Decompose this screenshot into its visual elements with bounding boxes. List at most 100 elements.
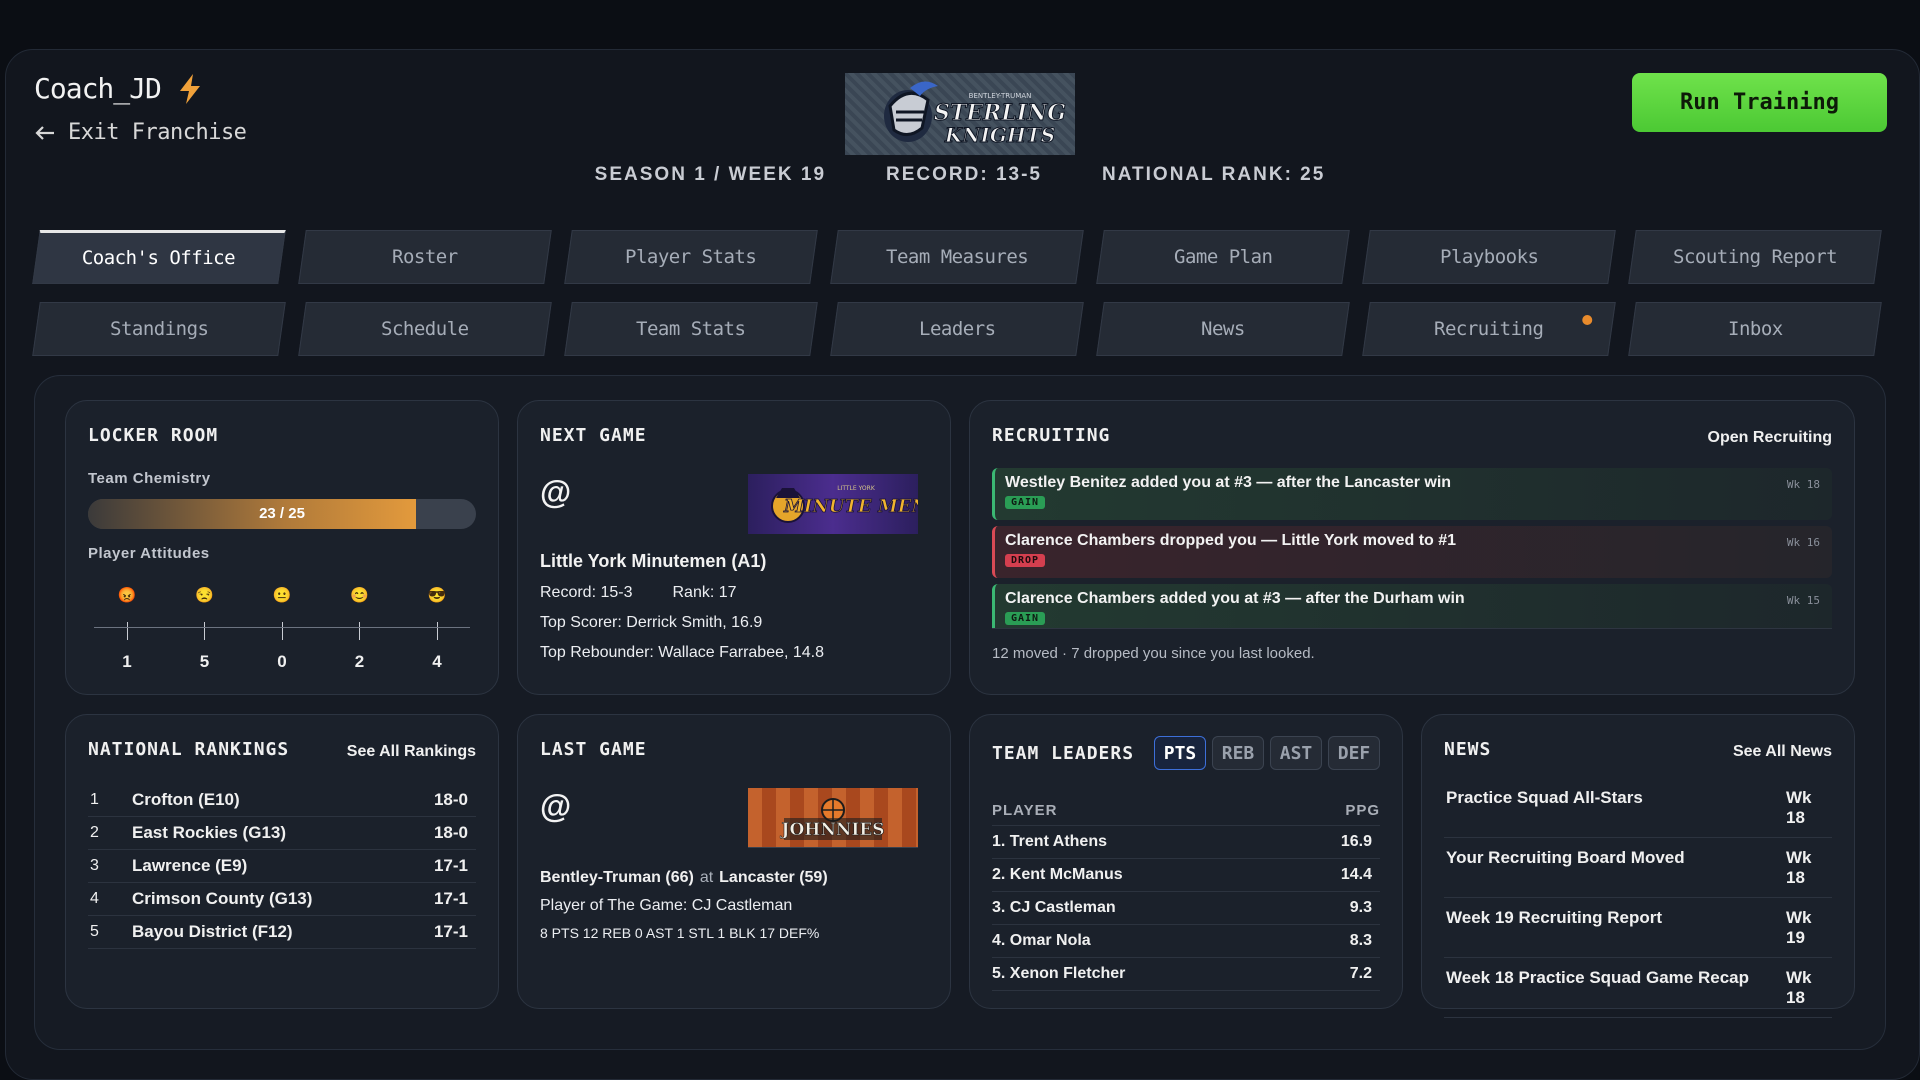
- recruiting-item[interactable]: Westley Benitez added you at #3 — after …: [992, 468, 1832, 520]
- news-headline: Week 19 Recruiting Report: [1446, 908, 1663, 927]
- leader-name: 5. Xenon Fletcher: [992, 965, 1126, 982]
- ranking-row[interactable]: 3 Lawrence (E9) 17-1: [88, 850, 476, 883]
- team-chemistry-value: 23 / 25: [259, 505, 305, 522]
- tab-scouting-report[interactable]: Scouting Report: [1628, 230, 1882, 284]
- team-leaders-tabs: PTS REB AST DEF: [1154, 736, 1380, 770]
- news-week: Wk 18: [1786, 848, 1812, 887]
- recruiting-item[interactable]: Clarence Chambers dropped you — Little Y…: [992, 526, 1832, 578]
- neutral-face-icon: 😐: [272, 587, 292, 604]
- unamused-face-icon: 😒: [195, 587, 214, 604]
- recruiting-item-week: Wk 16: [1786, 536, 1820, 549]
- ranking-row[interactable]: 1 Crofton (E10) 18-0: [88, 784, 476, 817]
- user-info: Coach_JD: [34, 72, 203, 105]
- leader-value: 16.9: [1340, 833, 1372, 850]
- team-record: RECORD: 13-5: [886, 164, 1042, 185]
- rank-record: 17-1: [433, 922, 468, 941]
- opponent-rank: Rank: 17: [672, 584, 737, 601]
- minutemen-logo: LITTLE YORK MINUTE MEN: [771, 485, 918, 523]
- recruiting-item-week: Wk 18: [1786, 478, 1820, 491]
- ranking-row[interactable]: 5 Bayou District (F12) 17-1: [88, 916, 476, 949]
- smiling-face-icon: 😊: [350, 587, 369, 604]
- rank-team: Bayou District (F12): [132, 922, 293, 941]
- news-item[interactable]: Week 18 Practice Squad Game Recap Wk 18: [1444, 958, 1832, 1018]
- tab-playbooks[interactable]: Playbooks: [1362, 230, 1616, 284]
- exit-franchise-label: Exit Franchise: [68, 120, 247, 145]
- open-recruiting-link[interactable]: Open Recruiting: [1708, 429, 1832, 447]
- leader-row[interactable]: 5. Xenon Fletcher 7.2: [992, 958, 1380, 991]
- arrow-left-icon: [35, 125, 54, 140]
- tab-inbox[interactable]: Inbox: [1628, 302, 1882, 356]
- news-item[interactable]: Week 19 Recruiting Report Wk 19: [1444, 898, 1832, 958]
- leader-name: 3. CJ Castleman: [992, 899, 1116, 916]
- leaders-tab-pts[interactable]: PTS: [1154, 736, 1206, 770]
- attitude-tick: [359, 622, 360, 640]
- tab-recruiting[interactable]: Recruiting: [1362, 302, 1616, 356]
- attitude-count: 4: [432, 652, 442, 671]
- leader-row[interactable]: 4. Omar Nola 8.3: [992, 925, 1380, 958]
- attitude-column: 😐 0: [267, 584, 297, 672]
- tab-roster[interactable]: Roster: [298, 230, 552, 284]
- tab-team-stats[interactable]: Team Stats: [564, 302, 818, 356]
- tab-news[interactable]: News: [1096, 302, 1350, 356]
- national-rank: NATIONAL RANK: 25: [1102, 164, 1326, 185]
- opponent-record-rank: Record: 15-3 Rank: 17: [540, 584, 928, 602]
- attitude-count: 5: [199, 652, 210, 671]
- exit-franchise-link[interactable]: Exit Franchise: [34, 120, 247, 145]
- see-all-news-link[interactable]: See All News: [1733, 743, 1832, 761]
- attitude-count: 0: [277, 652, 287, 671]
- home-score: Bentley-Truman (66): [540, 869, 694, 886]
- news-item[interactable]: Your Recruiting Board Moved Wk 18: [1444, 838, 1832, 898]
- recruiting-summary: 12 moved · 7 dropped you since you last …: [992, 628, 1832, 662]
- news-item[interactable]: Practice Squad All-Stars Wk 18: [1444, 778, 1832, 838]
- rank-record: 17-1: [433, 889, 468, 908]
- ranking-row[interactable]: 4 Crimson County (G13) 17-1: [88, 883, 476, 916]
- tab-team-measures[interactable]: Team Measures: [830, 230, 1084, 284]
- tab-label: Player Stats: [625, 246, 757, 268]
- leader-name: 4. Omar Nola: [992, 932, 1091, 949]
- news-week: Wk 18: [1786, 968, 1812, 1007]
- recruiting-item-text: Clarence Chambers dropped you — Little Y…: [1005, 532, 1457, 549]
- leaders-tab-ast[interactable]: AST: [1270, 736, 1322, 770]
- tab-game-plan[interactable]: Game Plan: [1096, 230, 1350, 284]
- see-all-rankings-link[interactable]: See All Rankings: [347, 743, 476, 761]
- tab-player-stats[interactable]: Player Stats: [564, 230, 818, 284]
- season-week: SEASON 1 / WEEK 19: [594, 164, 827, 185]
- drop-badge: DROP: [1005, 554, 1046, 567]
- attitude-column: 😡 1: [112, 584, 142, 672]
- rank-number: 2: [90, 824, 99, 841]
- attitude-tick: [126, 622, 128, 640]
- ranking-row[interactable]: 2 East Rockies (G13) 18-0: [88, 817, 476, 850]
- angry-face-icon: 😡: [117, 587, 137, 604]
- rank-team: Crimson County (G13): [132, 889, 313, 908]
- leader-row[interactable]: 2. Kent McManus 14.4: [992, 859, 1380, 892]
- stat-column-header: PPG: [1345, 802, 1380, 819]
- next-game-card: NEXT GAME @ LITTLE YORK MINUTE MEN Littl…: [517, 400, 951, 695]
- locker-room-title: LOCKER ROOM: [88, 425, 219, 446]
- potg-stat-line: 8 PTS 12 REB 0 AST 1 STL 1 BLK 17 DEF%: [540, 925, 820, 941]
- rank-number: 1: [90, 791, 99, 808]
- tab-coach-s-office[interactable]: Coach's Office: [32, 230, 286, 284]
- rank-record: 18-0: [433, 790, 468, 809]
- tab-label: Inbox: [1727, 318, 1783, 340]
- tab-label: Standings: [109, 318, 209, 340]
- player-attitudes-label: Player Attitudes: [88, 545, 210, 562]
- leader-value: 14.4: [1340, 866, 1372, 883]
- rank-number: 3: [90, 857, 99, 874]
- tab-schedule[interactable]: Schedule: [298, 302, 552, 356]
- team-leaders-list: 1. Trent Athens 16.9 2. Kent McManus 14.4 3.…: [992, 826, 1380, 991]
- leader-row[interactable]: 1. Trent Athens 16.9: [992, 826, 1380, 859]
- tab-leaders[interactable]: Leaders: [830, 302, 1084, 356]
- tab-label: News: [1201, 318, 1245, 340]
- attitude-tick: [281, 622, 283, 640]
- tab-label: Team Measures: [885, 246, 1029, 268]
- news-card: NEWS See All News Practice Squad All-Sta…: [1421, 714, 1855, 1018]
- tab-standings[interactable]: Standings: [32, 302, 286, 356]
- leader-row[interactable]: 3. CJ Castleman 9.3: [992, 892, 1380, 925]
- attitude-column: 😒 5: [190, 584, 220, 672]
- recruiting-item[interactable]: Clarence Chambers added you at #3 — afte…: [992, 584, 1832, 628]
- leaders-tab-reb[interactable]: REB: [1212, 736, 1264, 770]
- team-chemistry-bar: 23 / 25: [88, 499, 476, 529]
- leaders-tab-def[interactable]: DEF: [1328, 736, 1380, 770]
- run-training-button[interactable]: Run Training: [1632, 73, 1887, 132]
- nav-tabs-row2: Standings Schedule Team Stats Leaders News Re…: [32, 302, 1886, 356]
